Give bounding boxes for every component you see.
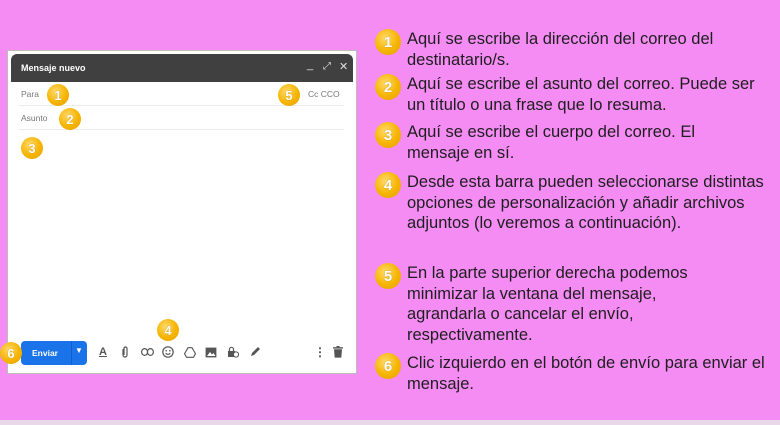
bottom-strip [0, 420, 780, 425]
badge-4: 4 [375, 172, 401, 198]
badge-5: 5 [375, 263, 401, 289]
schedule-send-dropdown-icon[interactable]: ▼ [75, 346, 83, 355]
badge-3: 3 [21, 137, 43, 159]
divider [18, 105, 344, 106]
pen-icon[interactable] [248, 345, 262, 359]
badge-1: 1 [375, 29, 401, 55]
cc-bcc-link[interactable]: Cc CCO [308, 89, 340, 99]
lock-clock-icon[interactable] [226, 345, 240, 359]
drive-icon[interactable] [183, 345, 197, 359]
compose-window: Mensaje nuevo _ ⤢ ✕ Para Cc CCO Asunto 1… [0, 50, 357, 374]
more-vert-icon[interactable]: ⋮ [313, 345, 327, 359]
badge-2: 2 [375, 74, 401, 100]
explanation-text: En la parte superior derecha podemos min… [407, 264, 688, 344]
badge-6: 6 [0, 342, 22, 364]
compose-title: Mensaje nuevo [21, 63, 86, 73]
send-button-label: Enviar [32, 348, 58, 358]
explanation-text: Aquí se escribe la dirección del correo … [407, 30, 714, 69]
minimize-icon[interactable]: _ [307, 58, 313, 72]
explanation-text: Clic izquierdo en el botón de envío para… [407, 354, 765, 393]
subject-field[interactable]: Asunto [21, 113, 47, 123]
emoji-icon[interactable] [161, 345, 175, 359]
badge-3: 3 [375, 122, 401, 148]
expand-icon[interactable]: ⤢ [323, 60, 331, 74]
attach-icon[interactable] [118, 345, 132, 359]
send-button[interactable]: Enviar ▼ [21, 341, 87, 365]
badge-1: 1 [47, 84, 69, 106]
badge-2: 2 [59, 108, 81, 130]
to-field[interactable]: Para [21, 89, 39, 99]
explanation-text: Aquí se escribe el asunto del correo. Pu… [407, 75, 755, 114]
badge-6: 6 [375, 353, 401, 379]
format-text-icon[interactable]: A [96, 345, 110, 359]
message-body[interactable] [18, 133, 344, 329]
badge-5: 5 [278, 84, 300, 106]
compose-title-bar: Mensaje nuevo _ ⤢ ✕ [11, 54, 353, 82]
explanation-text: Desde esta barra pueden seleccionarse di… [407, 173, 764, 232]
divider [71, 341, 72, 365]
badge-4: 4 [157, 319, 179, 341]
image-icon[interactable] [204, 345, 218, 359]
trash-icon[interactable] [331, 345, 345, 359]
link-icon[interactable] [140, 345, 154, 359]
explanation-text: Aquí se escribe el cuerpo del correo. El… [407, 123, 695, 162]
close-icon[interactable]: ✕ [339, 60, 348, 74]
